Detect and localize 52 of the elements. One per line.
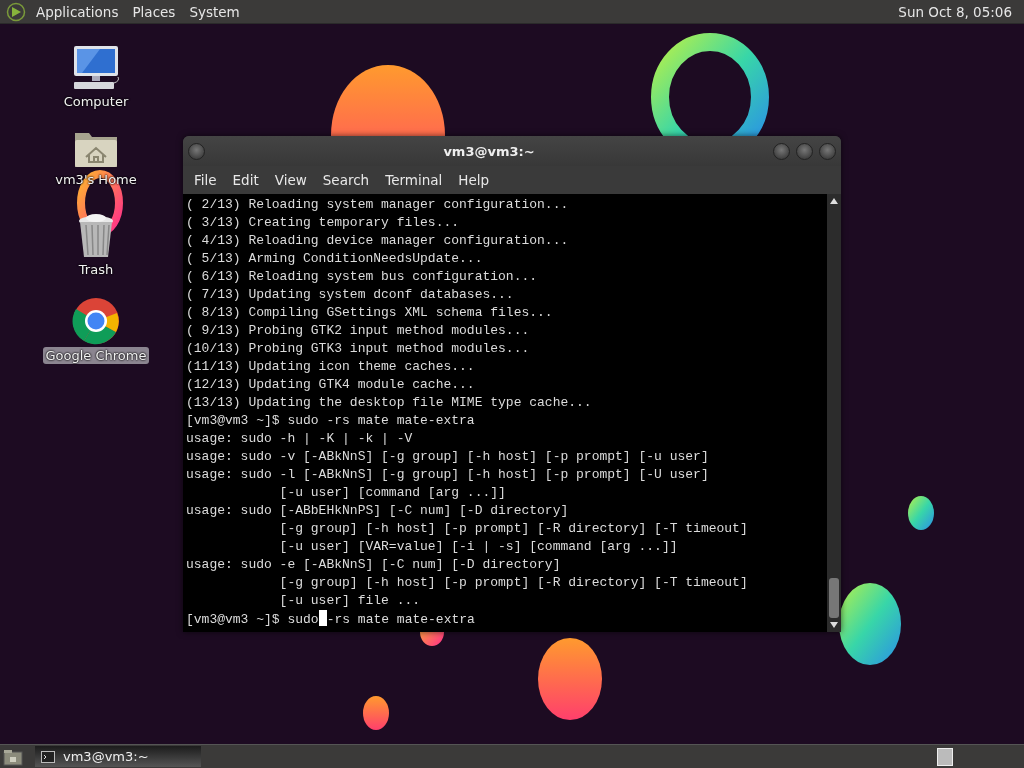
desktop-icon-label[interactable]: Trash bbox=[75, 261, 117, 278]
terminal-line: ( 6/13) Reloading system bus configuration... bbox=[186, 268, 539, 286]
menu-item[interactable]: View bbox=[266, 170, 315, 190]
terminal-line: usage: sudo -e [-ABkNnS] [-C num] [-D directory] bbox=[186, 556, 562, 574]
terminal-line: ( 4/13) Reloading device manager configuration... bbox=[186, 232, 570, 250]
command-input[interactable]: -rs mate mate-extra bbox=[326, 612, 475, 627]
play-logo-icon[interactable] bbox=[6, 1, 26, 22]
terminal-line: (11/13) Updating icon theme caches... bbox=[186, 358, 476, 376]
terminal-line: [vm3@vm3 ~]$ sudo -rs mate mate-extra bbox=[186, 412, 476, 430]
terminal-line: (10/13) Probing GTK3 input method modules... bbox=[186, 340, 531, 358]
scrollbar[interactable] bbox=[827, 194, 841, 632]
workspace-switcher[interactable] bbox=[937, 747, 953, 766]
terminal-line: [-g group] [-h host] [-p prompt] [-R directory] [-T timeout] bbox=[278, 574, 749, 592]
terminal-line: ( 5/13) Arming ConditionNeedsUpdate... bbox=[186, 250, 484, 268]
terminal-line: usage: sudo -l [-ABkNnS] [-g group] [-h host] [-p prompt] [-U user] bbox=[186, 466, 710, 484]
terminal-line: ( 3/13) Creating temporary files... bbox=[186, 214, 461, 232]
minimize-button[interactable] bbox=[773, 142, 790, 160]
menu-item[interactable]: File bbox=[186, 170, 225, 190]
menu-item[interactable]: Edit bbox=[224, 170, 267, 190]
scrollbar-thumb[interactable] bbox=[829, 578, 839, 618]
terminal-line: ( 7/13) Updating system dconf databases... bbox=[186, 286, 515, 304]
taskbar-button[interactable]: vm3@vm3:~ bbox=[35, 746, 201, 767]
terminal-line: ( 9/13) Probing GTK2 input method modules... bbox=[186, 322, 531, 340]
text-cursor bbox=[318, 610, 327, 626]
terminal-line: [-g group] [-h host] [-p prompt] [-R directory] [-T timeout] bbox=[278, 520, 749, 538]
terminal-line: ( 2/13) Reloading system manager configuration... bbox=[186, 196, 570, 214]
terminal-line: [-u user] [command [arg ...]] bbox=[278, 484, 507, 502]
terminal-line: ( 8/13) Compiling GSettings XML schema files... bbox=[186, 304, 554, 322]
menu-item[interactable]: Help bbox=[450, 170, 498, 190]
terminal-line: (12/13) Updating GTK4 module cache... bbox=[186, 376, 476, 394]
panel-menu[interactable]: System bbox=[183, 1, 246, 22]
desktop-icon-label[interactable]: Computer bbox=[60, 93, 132, 110]
menu-item[interactable]: Terminal bbox=[377, 170, 451, 190]
menu-item[interactable]: Search bbox=[314, 170, 378, 190]
close-button[interactable] bbox=[819, 142, 836, 160]
trash-can-icon[interactable] bbox=[76, 213, 116, 259]
panel-menu[interactable]: Places bbox=[126, 1, 182, 22]
window-title: vm3@vm3:~ bbox=[442, 143, 536, 159]
terminal-line: (13/13) Updating the desktop file MIME type cache... bbox=[186, 394, 593, 412]
panel-menu[interactable]: Applications bbox=[30, 1, 125, 22]
maximize-button[interactable] bbox=[796, 142, 813, 160]
window-menu-button[interactable] bbox=[188, 142, 205, 160]
terminal-line: [-u user] [VAR=value] [-i | -s] [command [arg ...]] bbox=[278, 538, 679, 556]
command-input[interactable]: [vm3@vm3 ~]$ sudo bbox=[186, 612, 319, 627]
browser-icon[interactable] bbox=[72, 297, 120, 345]
terminal-line: usage: sudo -v [-ABkNnS] [-g group] [-h host] [-p prompt] [-u user] bbox=[186, 448, 710, 466]
terminal-line: usage: sudo -h | -K | -k | -V bbox=[186, 430, 414, 448]
terminal-icon bbox=[41, 750, 55, 763]
show-desktop-icon[interactable] bbox=[3, 747, 23, 766]
clock[interactable]: Sun Oct 8, 05:06 bbox=[892, 1, 1018, 22]
terminal-line: usage: sudo [-ABbEHkNnPS] [-C num] [-D directory] bbox=[186, 502, 570, 520]
terminal-line: [-u user] file ... bbox=[278, 592, 422, 610]
